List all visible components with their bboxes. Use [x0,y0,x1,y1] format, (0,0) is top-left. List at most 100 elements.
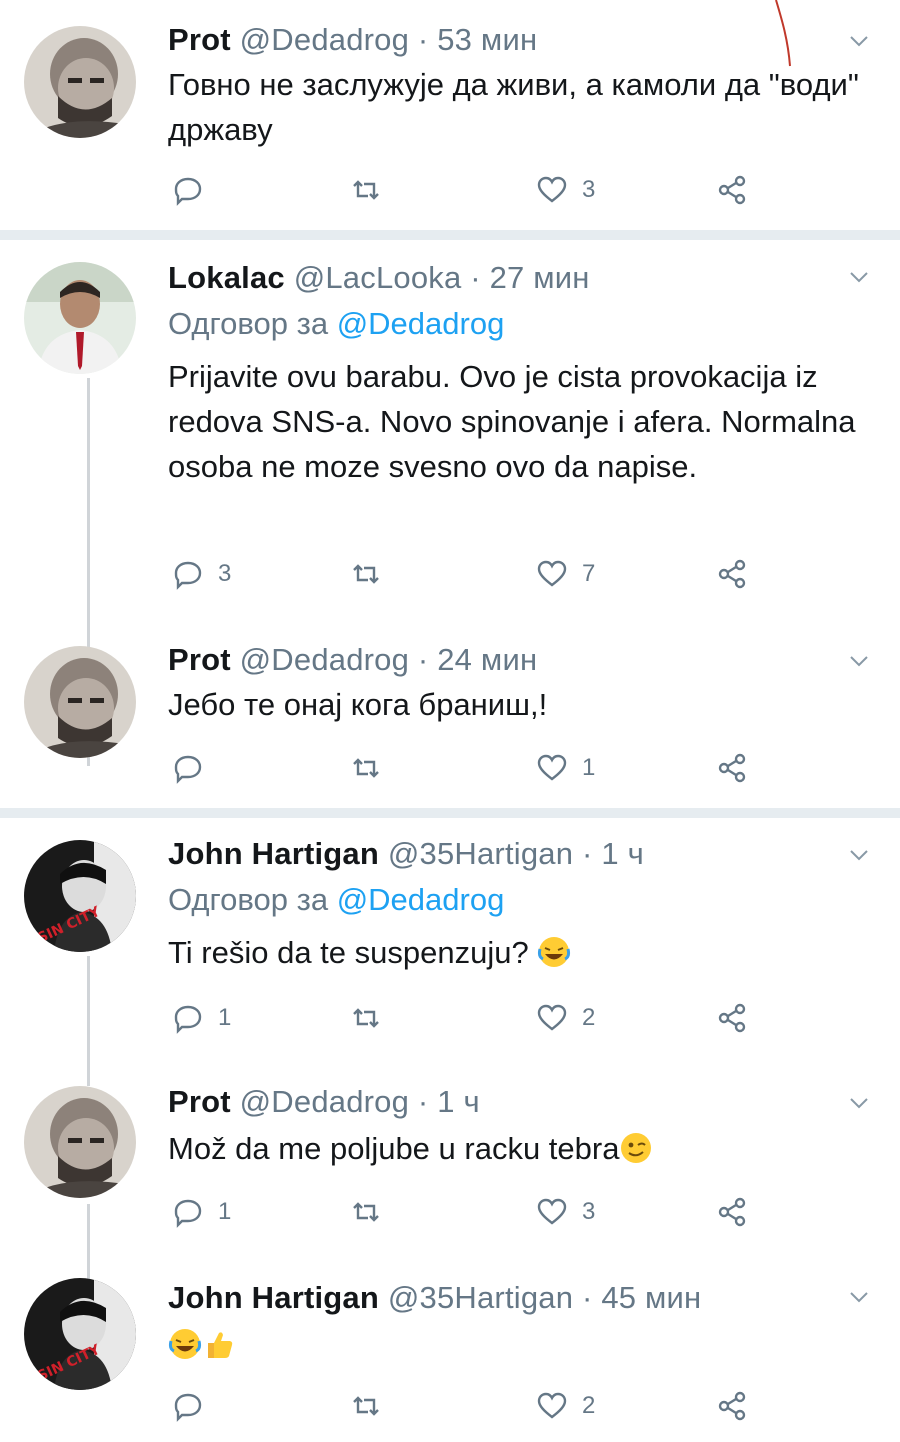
winking-face-icon [621,1133,652,1163]
tweet-header: Prot @Dedadrog · 24 мин [168,642,537,678]
tweet[interactable]: Prot @Dedadrog · 53 мин Говно не заслужу… [0,0,900,232]
tweet-header: Prot @Dedadrog · 1 ч [168,1084,480,1120]
reply-icon [174,1393,202,1422]
divider [0,230,900,240]
retweet-button[interactable] [350,1192,382,1232]
retweet-button[interactable] [350,748,382,788]
reply-button[interactable]: 1 [172,1192,231,1232]
timestamp[interactable]: · 27 мин [470,260,589,295]
timestamp[interactable]: · 24 мин [418,642,537,677]
display-name[interactable]: Prot [168,642,231,677]
chevron-down-icon[interactable] [848,30,870,52]
bald-man-avatar-icon [24,646,136,758]
display-name[interactable]: Prot [168,1084,231,1119]
user-handle[interactable]: @Dedadrog [240,22,409,57]
retweet-button[interactable] [350,1386,382,1426]
like-count: 2 [582,1392,596,1419]
reply-button[interactable] [172,1386,218,1426]
avatar[interactable] [24,646,136,758]
like-button[interactable]: 7 [536,554,595,594]
chevron-down-icon[interactable] [848,266,870,288]
tweet-header: Lokalac @LacLooka · 27 мин [168,260,590,296]
share-button[interactable] [716,170,748,210]
laughing-face-icon [538,937,571,967]
replying-to: Одговор за @Dedadrog [168,306,504,342]
share-button[interactable] [716,1192,748,1232]
reply-button[interactable] [172,170,218,210]
avatar[interactable] [24,262,136,374]
tweet-text: Mož da me poljube u racku tebra [168,1126,868,1171]
share-icon [718,1197,746,1227]
man-in-suit-avatar-icon [24,262,136,374]
timestamp[interactable]: · 1 ч [582,836,644,871]
like-button[interactable]: 2 [536,998,595,1038]
retweet-button[interactable] [350,170,382,210]
reply-button[interactable]: 1 [172,998,231,1038]
chevron-down-icon[interactable] [848,844,870,866]
like-button[interactable]: 3 [536,170,595,210]
reply-prefix: Одговор за [168,882,329,917]
like-button[interactable]: 2 [536,1386,595,1426]
tweet-header: John Hartigan @35Hartigan · 1 ч [168,836,644,872]
user-handle[interactable]: @Dedadrog [240,642,409,677]
bald-man-avatar-icon [24,1086,136,1198]
display-name[interactable]: John Hartigan [168,1280,379,1315]
display-name[interactable]: John Hartigan [168,836,379,871]
mention-link[interactable]: @Dedadrog [337,306,505,341]
tweet-text [168,1322,868,1367]
tweet-header: John Hartigan @35Hartigan · 45 мин [168,1280,701,1316]
timestamp[interactable]: · 45 мин [582,1280,701,1315]
tweet-actions: 3 [168,170,768,210]
tweet[interactable]: Prot @Dedadrog · 1 ч Mož da me poljube u… [0,1066,900,1290]
timestamp[interactable]: · 1 ч [418,1084,480,1119]
like-button[interactable]: 3 [536,1192,595,1232]
tweet-text-content: Mož da me poljube u racku tebra [168,1131,620,1166]
share-button[interactable] [716,554,748,594]
sin-city-avatar-icon: SIN CITY [24,1278,136,1390]
reply-icon [174,561,202,590]
mention-link[interactable]: @Dedadrog [337,882,505,917]
reply-button[interactable]: 3 [172,554,231,594]
tweet-actions: 3 7 [168,554,768,594]
display-name[interactable]: Lokalac [168,260,285,295]
retweet-icon [353,1008,379,1028]
share-button[interactable] [716,998,748,1038]
reply-count: 1 [218,1198,232,1225]
divider [0,808,900,818]
retweet-button[interactable] [350,998,382,1038]
reply-button[interactable] [172,748,218,788]
retweet-icon [353,1202,379,1222]
user-handle[interactable]: @35Hartigan [388,836,573,871]
share-icon [718,753,746,783]
user-handle[interactable]: @LacLooka [294,260,462,295]
heart-icon [537,1198,567,1225]
avatar[interactable] [24,26,136,138]
avatar[interactable] [24,1086,136,1198]
share-button[interactable] [716,748,748,788]
retweet-button[interactable] [350,554,382,594]
laughing-face-icon [168,1329,202,1359]
heart-icon [537,176,567,203]
bald-man-avatar-icon [24,26,136,138]
like-button[interactable]: 1 [536,748,595,788]
chevron-down-icon[interactable] [848,1092,870,1114]
avatar[interactable]: SIN CITY [24,840,136,952]
chevron-down-icon[interactable] [848,650,870,672]
tweet[interactable]: Prot @Dedadrog · 24 мин Јебо те онај ког… [0,624,900,808]
user-handle[interactable]: @Dedadrog [240,1084,409,1119]
timestamp[interactable]: · 53 мин [418,22,537,57]
chevron-down-icon[interactable] [848,1286,870,1308]
heart-icon [537,1392,567,1419]
tweet-actions: 2 [168,1386,768,1426]
avatar[interactable]: SIN CITY [24,1278,136,1390]
like-count: 7 [582,560,596,587]
tweet[interactable]: Lokalac @LacLooka · 27 мин Одговор за @D… [0,240,900,766]
user-handle[interactable]: @35Hartigan [388,1280,573,1315]
reply-icon [174,177,202,206]
tweet-actions: 1 3 [168,1192,768,1232]
tweet[interactable]: SIN CITY John Hartigan @35Hartigan · 45 … [0,1260,900,1442]
tweet[interactable]: SIN CITY John Hartigan @35Hartigan · 1 ч… [0,818,900,1086]
share-button[interactable] [716,1386,748,1426]
display-name[interactable]: Prot [168,22,231,57]
heart-icon [537,754,567,781]
